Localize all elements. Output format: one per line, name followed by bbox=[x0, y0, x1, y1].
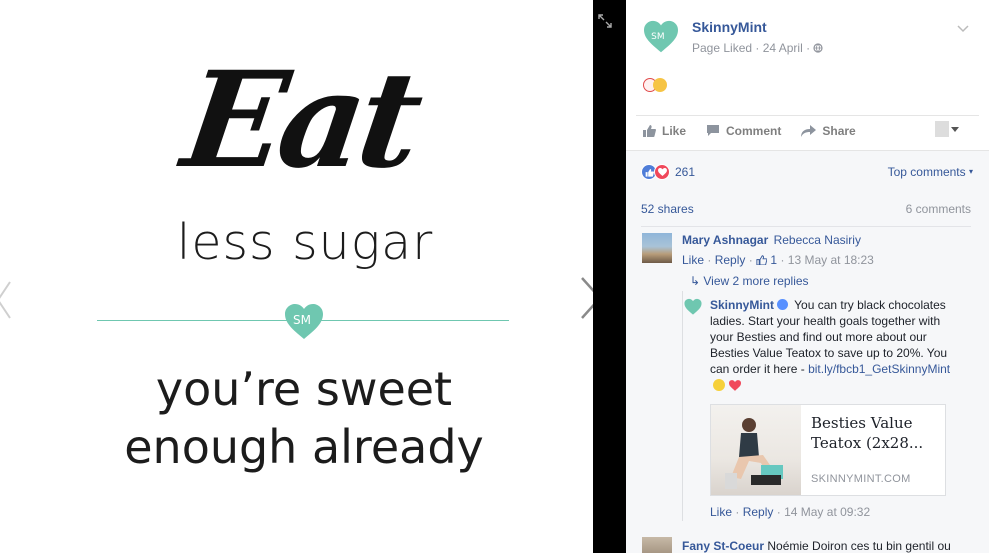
photo-backdrop bbox=[593, 0, 626, 553]
comment-author[interactable]: Fany St-Coeur bbox=[682, 539, 764, 553]
post-sidebar: SM SkinnyMint Page Liked · 24 April · Li… bbox=[626, 0, 989, 553]
post-action-bar: Like Comment Share bbox=[636, 115, 979, 145]
kiss-emoji-icon bbox=[653, 77, 667, 92]
commenter-avatar[interactable] bbox=[642, 233, 672, 263]
like-label: Like bbox=[662, 123, 687, 138]
share-label: Share bbox=[822, 123, 856, 138]
comment-like-count[interactable]: 1 bbox=[770, 253, 777, 267]
view-more-label: View 2 more replies bbox=[703, 274, 809, 288]
post-meta: Page Liked · 24 April · bbox=[692, 41, 824, 55]
reply-timestamp[interactable]: 14 May at 09:32 bbox=[784, 505, 870, 519]
reply-avatar[interactable] bbox=[684, 298, 702, 316]
divider bbox=[641, 226, 971, 227]
comment-author[interactable]: Mary Ashnagar bbox=[682, 233, 768, 247]
commenter-avatar[interactable] bbox=[642, 537, 672, 553]
view-more-replies-link[interactable]: ↳ View 2 more replies bbox=[690, 274, 809, 288]
comment-body: Mary Ashnagar Rebecca Nasiriy bbox=[682, 233, 861, 247]
separator-dot: · bbox=[780, 253, 788, 267]
link-preview-image bbox=[711, 405, 801, 495]
photo-text-enough: enough already bbox=[124, 420, 484, 474]
comments-section: 261 Top comments ▾ 52 shares 6 comments … bbox=[626, 150, 989, 553]
separator-dot: · bbox=[707, 253, 715, 267]
share-arrow-icon bbox=[801, 124, 817, 137]
like-button[interactable]: Like bbox=[642, 124, 686, 138]
post-meta-text: Page Liked · 24 April · bbox=[692, 41, 814, 55]
svg-text:SM: SM bbox=[651, 32, 664, 42]
love-reaction-icon bbox=[654, 164, 670, 180]
skinnymint-logo: SM bbox=[284, 303, 324, 341]
photo-title-eat: Eat bbox=[174, 43, 426, 198]
comment-label: Comment bbox=[726, 123, 782, 138]
comment-like-button[interactable]: Like bbox=[682, 253, 704, 267]
thumbs-up-icon bbox=[643, 125, 656, 137]
page-name-link[interactable]: SkinnyMint bbox=[692, 19, 767, 35]
photo-panel: Eat less sugar SM you’re sweet enough al… bbox=[0, 0, 593, 553]
reply-arrow-icon: ↳ bbox=[690, 274, 704, 288]
comment-timestamp[interactable]: 13 May at 18:23 bbox=[788, 253, 874, 267]
comment-reply-button[interactable]: Reply bbox=[715, 253, 746, 267]
photo-text-sweet: you’re sweet bbox=[155, 362, 453, 416]
link-preview-title: Besties Value Teatox (2x28... bbox=[811, 414, 924, 452]
reaction-summary[interactable]: 261 bbox=[641, 164, 695, 180]
reply-thread-line bbox=[682, 291, 683, 521]
comment-button[interactable]: Comment bbox=[706, 124, 781, 138]
shares-comments-row: 52 shares 6 comments bbox=[641, 202, 971, 216]
fullscreen-icon[interactable] bbox=[598, 14, 612, 28]
logo-text: SM bbox=[293, 313, 311, 327]
tagged-user[interactable]: Rebecca Nasiriy bbox=[774, 233, 861, 247]
link-preview-domain: SKINNYMINT.COM bbox=[811, 473, 911, 485]
heart-emoji-icon bbox=[729, 380, 741, 391]
separator-dot: · bbox=[748, 253, 757, 267]
comment-text: Noémie Doiron ces tu bin gentil ou bbox=[767, 539, 951, 553]
reply-reply-button[interactable]: Reply bbox=[743, 505, 774, 519]
previous-photo-button[interactable] bbox=[0, 280, 12, 320]
verified-badge-icon bbox=[777, 299, 789, 310]
reply-actions: Like · Reply · 14 May at 09:32 bbox=[710, 505, 870, 519]
reply-link[interactable]: bit.ly/fbcb1_GetSkinnyMint bbox=[808, 362, 950, 376]
post-caption-emoji bbox=[643, 76, 667, 92]
post-options-chevron-icon[interactable] bbox=[957, 20, 969, 33]
reply-author[interactable]: SkinnyMint bbox=[710, 298, 774, 312]
caret-down-icon: ▾ bbox=[968, 167, 973, 176]
post-header: SM SkinnyMint Page Liked · 24 April · bbox=[626, 0, 989, 70]
globe-icon bbox=[813, 43, 824, 53]
thumbs-up-outline-icon bbox=[756, 255, 768, 266]
reply-like-button[interactable]: Like bbox=[710, 505, 732, 519]
comment-sort-label: Top comments bbox=[887, 165, 966, 179]
page-avatar[interactable]: SM bbox=[643, 20, 679, 54]
share-button[interactable]: Share bbox=[801, 123, 856, 138]
reaction-count: 261 bbox=[675, 165, 696, 179]
separator-dot: · bbox=[735, 505, 743, 519]
posting-as-avatar[interactable] bbox=[935, 121, 949, 137]
posting-as-caret-icon[interactable] bbox=[951, 127, 959, 132]
link-preview-card[interactable]: Besties Value Teatox (2x28... SKINNYMINT… bbox=[710, 404, 946, 496]
comment-actions: Like · Reply · 1 · 13 May at 18:23 bbox=[682, 253, 874, 267]
separator-dot: · bbox=[776, 505, 785, 519]
comment-sort-dropdown[interactable]: Top comments ▾ bbox=[888, 165, 973, 179]
next-photo-button[interactable] bbox=[578, 276, 593, 320]
smile-emoji-icon bbox=[713, 379, 725, 391]
comment-count: 6 comments bbox=[905, 202, 971, 216]
comment-body: Fany St-Coeur Noémie Doiron ces tu bin g… bbox=[682, 539, 951, 553]
reply-body: SkinnyMint You can try black chocolates … bbox=[710, 297, 960, 393]
comment-icon bbox=[707, 125, 720, 136]
shares-link[interactable]: 52 shares bbox=[641, 202, 694, 216]
photo-text-less-sugar: less sugar bbox=[176, 214, 434, 271]
